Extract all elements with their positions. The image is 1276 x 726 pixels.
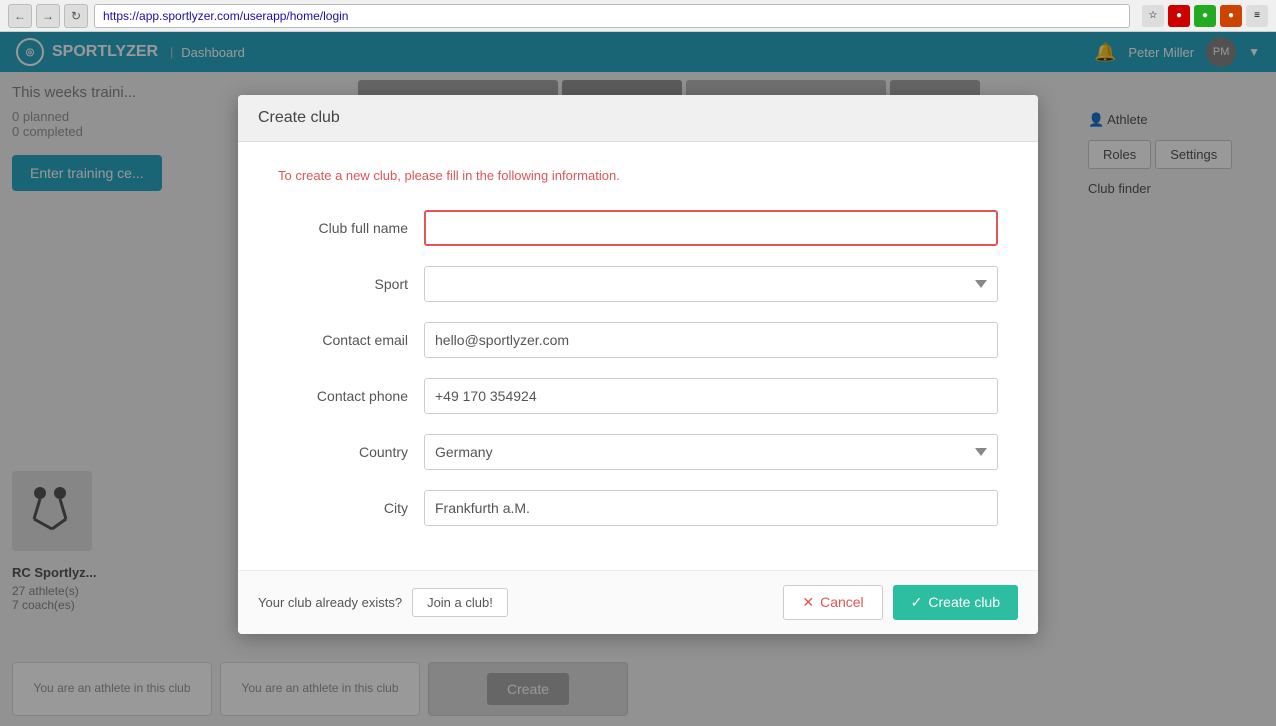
- modal-footer: Your club already exists? Join a club! ✕…: [238, 570, 1038, 634]
- city-input[interactable]: [424, 490, 998, 526]
- star-icon[interactable]: ☆: [1142, 5, 1164, 27]
- modal-title: Create club: [258, 109, 340, 126]
- url-text: https://app.sportlyzer.com/userapp/home/…: [103, 9, 348, 23]
- refresh-button[interactable]: ↻: [64, 4, 88, 28]
- country-row: Country Germany Austria Switzerland Unit…: [278, 434, 998, 470]
- create-club-modal: Create club To create a new club, please…: [238, 95, 1038, 634]
- email-input[interactable]: [424, 322, 998, 358]
- club-name-row: Club full name: [278, 210, 998, 246]
- browser-nav[interactable]: ← → ↻: [8, 4, 88, 28]
- menu-icon[interactable]: ≡: [1246, 5, 1268, 27]
- city-row: City: [278, 490, 998, 526]
- forward-button[interactable]: →: [36, 4, 60, 28]
- club-name-label: Club full name: [278, 220, 408, 236]
- phone-row: Contact phone: [278, 378, 998, 414]
- modal-body: To create a new club, please fill in the…: [238, 142, 1038, 570]
- join-club-button[interactable]: Join a club!: [412, 588, 508, 617]
- email-row: Contact email: [278, 322, 998, 358]
- footer-right: ✕ Cancel ✓ Create club: [783, 585, 1018, 620]
- url-bar[interactable]: https://app.sportlyzer.com/userapp/home/…: [94, 4, 1130, 28]
- sport-label: Sport: [278, 276, 408, 292]
- city-label: City: [278, 500, 408, 516]
- email-label: Contact email: [278, 332, 408, 348]
- x-icon: ✕: [802, 594, 814, 611]
- country-label: Country: [278, 444, 408, 460]
- phone-label: Contact phone: [278, 388, 408, 404]
- cancel-button[interactable]: ✕ Cancel: [783, 585, 882, 620]
- already-exists-text: Your club already exists?: [258, 595, 402, 610]
- modal-info-text: To create a new club, please fill in the…: [278, 166, 638, 186]
- extension-icon3[interactable]: ●: [1220, 5, 1242, 27]
- back-button[interactable]: ←: [8, 4, 32, 28]
- extension-icon1[interactable]: ●: [1168, 5, 1190, 27]
- country-select[interactable]: Germany Austria Switzerland United State…: [424, 434, 998, 470]
- footer-left: Your club already exists? Join a club!: [258, 588, 508, 617]
- create-club-button[interactable]: ✓ Create club: [893, 585, 1018, 620]
- create-club-label: Create club: [928, 594, 1000, 610]
- sport-row: Sport Football Basketball Swimming Rowin…: [278, 266, 998, 302]
- extension-icon2[interactable]: ●: [1194, 5, 1216, 27]
- sport-select[interactable]: Football Basketball Swimming Rowing Cycl…: [424, 266, 998, 302]
- browser-chrome: ← → ↻ https://app.sportlyzer.com/userapp…: [0, 0, 1276, 32]
- browser-icons: ☆ ● ● ● ≡: [1142, 5, 1268, 27]
- modal-header: Create club: [238, 95, 1038, 142]
- check-icon: ✓: [911, 594, 923, 611]
- club-name-input[interactable]: [424, 210, 998, 246]
- cancel-label: Cancel: [820, 594, 864, 610]
- phone-input[interactable]: [424, 378, 998, 414]
